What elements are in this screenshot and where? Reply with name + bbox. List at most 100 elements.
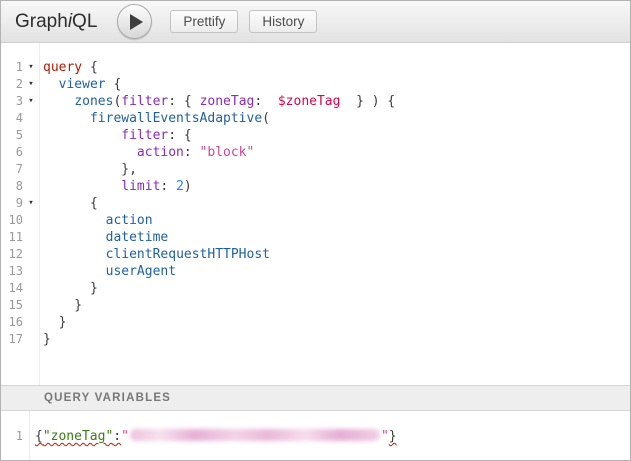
code-line: 2▾ viewer { [1,76,630,93]
token: } ) { [340,94,395,109]
prettify-button[interactable]: Prettify [170,10,238,33]
token: userAgent [106,264,176,279]
fold-spacer [23,280,39,297]
token: } [43,298,82,313]
token: firewallEventsAdaptive [90,111,262,126]
token [43,145,137,160]
code-text: action [39,212,153,229]
code-line: 1▾query { [1,59,630,76]
query-variables-title: QUERY VARIABLES [44,392,171,404]
fold-arrow-icon[interactable]: ▾ [23,93,39,110]
code-line: 8 limit: 2) [1,178,630,195]
line-number: 1 [1,59,23,76]
line-number: 17 [1,331,23,348]
token: limit [121,179,160,194]
token: } [43,281,98,296]
token: filter [121,94,168,109]
fold-arrow-icon[interactable]: ▾ [23,59,39,76]
code-line: 3▾ zones(filter: { zoneTag: $zoneTag } )… [1,93,630,110]
fold-spacer [23,110,39,127]
line-number: 11 [1,229,23,246]
token: : { [168,128,191,143]
line-number: 10 [1,212,23,229]
token [43,213,106,228]
line-number: 15 [1,297,23,314]
fold-spacer [23,144,39,161]
token [43,77,59,92]
token: $zoneTag [278,94,341,109]
token: datetime [106,230,169,245]
toolbar: GraphiQL Prettify History [1,1,630,43]
token: : [184,145,200,160]
line-number: 6 [1,144,23,161]
code-line: 14 } [1,280,630,297]
token [43,247,106,262]
token: " [381,429,389,444]
gutter-divider [39,43,40,385]
code-line: 11 datetime [1,229,630,246]
token: ( [262,111,270,126]
fold-spacer [23,127,39,144]
token [43,128,121,143]
token: { [106,77,122,92]
code-text: } [39,297,82,314]
token: " [121,429,129,444]
fold-spacer [23,229,39,246]
execute-query-button[interactable] [117,4,152,39]
fold-arrow-icon[interactable]: ▾ [23,76,39,93]
line-number: 3 [1,93,23,110]
line-number: 13 [1,263,23,280]
code-text: { [39,195,98,212]
code-line: 15 } [1,297,630,314]
fold-spacer [23,297,39,314]
token: filter [121,128,168,143]
gutter-divider [29,411,30,460]
code-line: 6 action: "block" [1,144,630,161]
token: action [106,213,153,228]
code-text: query { [39,59,98,76]
token [43,111,90,126]
code-text: action: "block" [39,144,254,161]
code-text: } [39,314,66,331]
code-text: limit: 2) [39,178,192,195]
line-number: 9 [1,195,23,212]
variables-lines: 1{"zoneTag":""} [1,428,630,445]
fold-spacer [23,178,39,195]
token [43,179,121,194]
token: } [389,429,397,444]
history-button[interactable]: History [249,10,317,33]
fold-spacer [23,263,39,280]
token: } [43,315,66,330]
token [43,230,106,245]
token: action [137,145,184,160]
line-number: 8 [1,178,23,195]
query-variables-header[interactable]: QUERY VARIABLES [1,385,630,411]
graphiql-logo: GraphiQL [15,11,97,33]
token: } [43,332,51,347]
token: zoneTag [200,94,255,109]
code-text: {"zoneTag":""} [23,428,397,445]
code-line: 5 filter: { [1,127,630,144]
variables-editor[interactable]: 1{"zoneTag":""} [1,411,630,460]
line-number: 14 [1,280,23,297]
code-line: 13 userAgent [1,263,630,280]
token: clientRequestHTTPHost [106,247,270,262]
token: ) [184,179,192,194]
code-text: firewallEventsAdaptive( [39,110,270,127]
code-text: datetime [39,229,168,246]
token: zones [74,94,113,109]
code-text: filter: { [39,127,192,144]
fold-spacer [23,331,39,348]
line-number: 12 [1,246,23,263]
line-number: 16 [1,314,23,331]
code-line: 16 } [1,314,630,331]
code-text: } [39,331,51,348]
query-editor[interactable]: 1▾query {2▾ viewer {3▾ zones(filter: { z… [1,43,630,385]
fold-arrow-icon[interactable]: ▾ [23,195,39,212]
token: "zoneTag" [43,429,113,444]
line-number: 7 [1,161,23,178]
code-line: 7 }, [1,161,630,178]
fold-spacer [23,161,39,178]
code-line: 9▾ { [1,195,630,212]
code-text: clientRequestHTTPHost [39,246,270,263]
